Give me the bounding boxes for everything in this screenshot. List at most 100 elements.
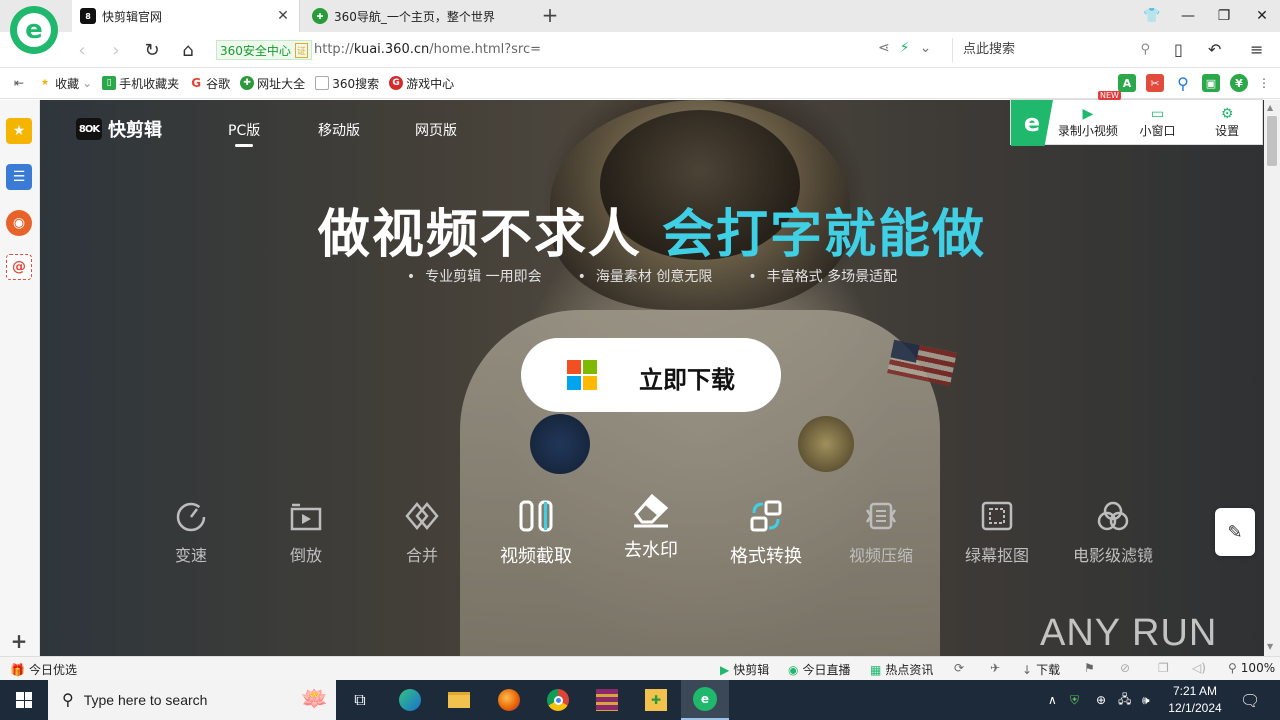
- task-view-icon[interactable]: ⧉: [336, 680, 384, 720]
- feature-convert[interactable]: 格式转换: [711, 496, 821, 568]
- home-button[interactable]: ⌂: [176, 38, 200, 62]
- feature-compress[interactable]: 视频压缩: [826, 496, 936, 566]
- scrollbar-thumb[interactable]: [1267, 116, 1277, 166]
- news-icon[interactable]: ☰: [6, 164, 32, 190]
- bookmark-label: 360搜索: [332, 76, 380, 91]
- 360-browser-logo[interactable]: e: [10, 6, 58, 54]
- maximize-button[interactable]: ❐: [1206, 0, 1242, 32]
- nav-web[interactable]: 网页版: [415, 120, 457, 140]
- status-pin[interactable]: ✈: [990, 661, 1004, 675]
- site-logo[interactable]: 8OK 快剪辑: [76, 116, 162, 142]
- status-window[interactable]: ❐: [1158, 661, 1173, 675]
- nav-mobile[interactable]: 移动版: [318, 120, 360, 140]
- phone-icon[interactable]: ▯: [1174, 40, 1183, 59]
- tab-360-nav[interactable]: ✚ 360导航_一个主页，整个世界: [304, 0, 530, 32]
- search-input[interactable]: 点此搜索 ⚲: [952, 38, 1156, 62]
- volume-icon[interactable]: 🕪: [1142, 680, 1150, 720]
- 360-browser-taskbar-icon[interactable]: e: [681, 680, 729, 720]
- defender-icon[interactable]: ⛨: [1070, 680, 1079, 720]
- undo-icon[interactable]: ↶: [1208, 40, 1221, 59]
- refresh-icon: ⟳: [954, 661, 965, 675]
- url-input[interactable]: http://kuai.360.cn/home.html?src=: [314, 42, 541, 57]
- notifications-icon[interactable]: 🗨: [1240, 680, 1260, 720]
- status-flag[interactable]: ⚑: [1084, 661, 1099, 675]
- status-volume[interactable]: ◁): [1192, 661, 1210, 675]
- file-explorer-icon[interactable]: [435, 680, 483, 720]
- tab-kuaijianji[interactable]: 8 快剪辑官网 ✕: [72, 0, 300, 32]
- close-window-button[interactable]: ✕: [1244, 0, 1280, 32]
- security-badge[interactable]: 360安全中心 证: [216, 40, 312, 60]
- email-icon[interactable]: @: [6, 254, 32, 280]
- network-icon[interactable]: 🖧: [1118, 680, 1131, 720]
- status-live[interactable]: ◉ 今日直播: [788, 661, 851, 678]
- new-tab-button[interactable]: +: [538, 4, 562, 28]
- bookmark-mobile[interactable]: ▯ 手机收藏夹: [102, 75, 179, 92]
- today-picks-label: 今日优选: [28, 663, 77, 677]
- tray-app-icon[interactable]: ⊕: [1096, 680, 1106, 720]
- tray-chevron-icon[interactable]: ∧: [1048, 680, 1057, 720]
- mini-window-button[interactable]: ▭ 小窗口: [1123, 100, 1193, 144]
- minimize-button[interactable]: —: [1170, 0, 1206, 32]
- status-clean[interactable]: ⊘: [1120, 661, 1134, 675]
- translate-icon[interactable]: A: [1118, 74, 1136, 92]
- gamepad-icon[interactable]: ▣: [1202, 74, 1220, 92]
- scroll-up-icon[interactable]: ▲: [1267, 103, 1273, 112]
- site-logo-text: 快剪辑: [108, 120, 162, 141]
- settings-button[interactable]: ⚙ 设置: [1192, 100, 1262, 144]
- search-icon[interactable]: ⚲: [1140, 38, 1150, 62]
- taskbar-search-placeholder: Type here to search: [83, 692, 208, 708]
- feature-cut[interactable]: 视频截取: [481, 496, 591, 568]
- search-icon[interactable]: ⚲: [1174, 74, 1192, 93]
- weibo-icon[interactable]: ◉: [6, 210, 32, 236]
- status-news[interactable]: ▦ 热点资讯: [870, 661, 933, 678]
- nav-pc[interactable]: PC版: [228, 120, 260, 147]
- status-refresh[interactable]: ⟳: [954, 661, 968, 675]
- feature-greenscreen[interactable]: 绿幕抠图: [942, 496, 1052, 566]
- back-button[interactable]: ‹: [70, 38, 94, 62]
- chrome-icon[interactable]: [534, 680, 582, 720]
- feature-speed[interactable]: 变速: [136, 496, 246, 566]
- bookmark-favorites[interactable]: ★ 收藏 ⌄: [38, 75, 92, 92]
- feature-merge[interactable]: 合并: [367, 496, 477, 566]
- chevron-down-icon[interactable]: ⌄: [920, 40, 932, 56]
- menu-icon[interactable]: ≡: [1250, 40, 1263, 59]
- screenshot-icon[interactable]: ✂: [1146, 74, 1164, 92]
- security-label: 360安全中心: [220, 43, 291, 58]
- add-sidebar-icon[interactable]: +: [6, 628, 32, 654]
- bookmark-360search[interactable]: 360搜索: [315, 75, 379, 92]
- status-download[interactable]: ↓ 下载: [1022, 661, 1060, 678]
- more-icon[interactable]: ⋮: [1258, 76, 1270, 90]
- speed-mode-icon[interactable]: ⚡: [900, 40, 910, 56]
- favorites-star-icon[interactable]: ★: [6, 118, 32, 144]
- close-tab-icon[interactable]: ✕: [275, 8, 291, 24]
- scroll-down-icon[interactable]: ▼: [1267, 642, 1273, 651]
- forward-button[interactable]: ›: [104, 38, 128, 62]
- bookmark-hao360[interactable]: ✚ 网址大全: [240, 75, 305, 92]
- page-scrollbar[interactable]: ▲ ▼: [1264, 100, 1280, 656]
- feature-reverse[interactable]: 倒放: [251, 496, 361, 566]
- firefox-icon[interactable]: [485, 680, 533, 720]
- hero-title: 做视频不求人 会打字就能做: [40, 192, 1264, 267]
- feature-filter[interactable]: 电影级滤镜: [1058, 496, 1168, 566]
- feature-watermark-removal[interactable]: 去水印: [596, 490, 706, 562]
- clock[interactable]: 7:21 AM 12/1/2024: [1158, 683, 1232, 717]
- 360-installer-icon[interactable]: ✚: [632, 680, 680, 720]
- feedback-note-button[interactable]: ✎: [1215, 508, 1255, 556]
- bookmark-games[interactable]: G 游戏中心: [389, 75, 454, 92]
- status-zoom[interactable]: ⚲ 100%: [1228, 661, 1275, 675]
- record-video-button[interactable]: ▶ 录制小视频: [1053, 100, 1123, 144]
- taskbar-search-input[interactable]: ⚲ Type here to search 🪷: [48, 680, 336, 720]
- start-button[interactable]: [0, 680, 48, 720]
- shield-icon[interactable]: ¥: [1230, 74, 1248, 92]
- status-kuaijianji[interactable]: ▶ 快剪辑: [720, 661, 769, 678]
- reload-button[interactable]: ↻: [140, 38, 164, 62]
- bookmark-google[interactable]: G 谷歌: [189, 75, 230, 92]
- address-actions: ⋖ ⚡ ⌄: [878, 40, 931, 56]
- winrar-icon[interactable]: [583, 680, 631, 720]
- sidebar-toggle-icon[interactable]: ⇤: [14, 76, 24, 90]
- today-picks[interactable]: 🎁 今日优选: [10, 661, 77, 678]
- skin-icon[interactable]: 👕: [1134, 0, 1170, 32]
- download-button[interactable]: 立即下载: [521, 338, 781, 412]
- edge-icon[interactable]: [386, 680, 434, 720]
- share-icon[interactable]: ⋖: [878, 40, 890, 56]
